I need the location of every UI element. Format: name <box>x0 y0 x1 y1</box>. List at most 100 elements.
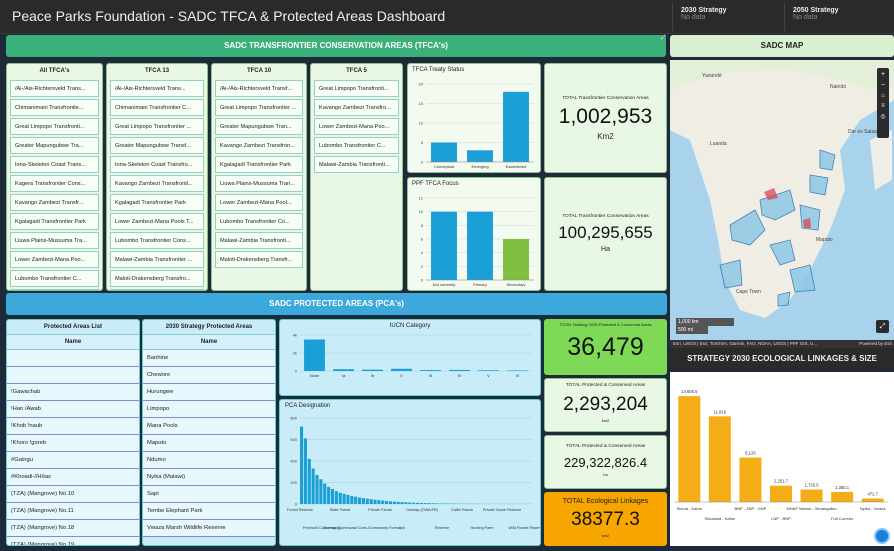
fullscreen-icon[interactable]: ⤢ <box>876 320 889 333</box>
stat-unit: km2 <box>545 418 666 423</box>
layers-icon[interactable]: ≡ <box>877 103 889 109</box>
tfca-list-item[interactable]: Greater Mapungubwe Tra... <box>10 137 99 154</box>
strategy-count-stat: TOTAL Strategy 2030 Protected & Conserve… <box>544 319 667 375</box>
tfca-list-item[interactable]: Great Limpopo Transfrontier ... <box>215 99 303 116</box>
tfca-list-item[interactable]: Great Limpopo Transfronti... <box>314 80 399 97</box>
map-canvas[interactable]: Yaoundé Luanda Nairobi Dar es Salaam Map… <box>670 60 894 344</box>
tfca-list-item[interactable]: Greater Mapungubwe Transf... <box>110 137 204 154</box>
pa-list-item[interactable] <box>7 350 139 367</box>
tfca-list-item[interactable]: Great Limpopo Transfronti... <box>10 118 99 135</box>
strategy-list-item[interactable]: Nyika (Malawi) <box>143 469 275 486</box>
strategy-list-item[interactable]: Vwaza Marsh Wildlife Reserve <box>143 520 275 537</box>
locate-icon[interactable]: ◎ <box>877 113 889 120</box>
tfca-list-item[interactable]: Iona-Skeleton Coast Trans... <box>10 156 99 173</box>
tfca-list-item[interactable]: /Ai-/Ais-Richtersveld Transf... <box>215 80 303 97</box>
stat-unit: Km2 <box>545 132 666 141</box>
strategy-2050-stat[interactable]: 2050 Strategy No data <box>784 3 894 31</box>
tfca-list-item[interactable]: Malawi-Zambia Transfrontier ... <box>110 251 204 268</box>
pa-list-item[interactable]: !Khoro !goreb <box>7 435 139 452</box>
y-tick-label: 0 <box>421 278 424 283</box>
pa-list-item[interactable]: #Gaingu <box>7 452 139 469</box>
bar <box>397 502 400 504</box>
column-header-name[interactable]: Name <box>7 334 139 350</box>
y-tick-label: 400 <box>290 459 297 464</box>
pa-list-item[interactable]: #Khoadi-//Hôas <box>7 469 139 486</box>
bar <box>389 501 392 504</box>
pa-list-item[interactable]: !Khob !naub <box>7 418 139 435</box>
tfca-km2-stat: TOTAL Transfrontier Conservation Areas 1… <box>544 63 667 173</box>
tfca-list-item[interactable]: Lower Zambezi-Mana Poo... <box>10 251 99 268</box>
sadc-map[interactable]: Yaoundé Luanda Nairobi Dar es Salaam Map… <box>670 60 894 344</box>
bar <box>408 502 411 504</box>
bar <box>331 489 334 504</box>
pa-list-item[interactable]: (TZA) (Mangrove) No.11 <box>7 503 139 520</box>
tfca-list-item[interactable]: Lubombo Transfrontier C... <box>314 137 399 154</box>
strategy-list-item[interactable]: Chewore <box>143 367 275 384</box>
pa-list-item[interactable] <box>7 367 139 384</box>
bar <box>373 500 376 504</box>
tfca-list-item[interactable]: /Ai-/Ais-Richtersveld Trans... <box>110 80 204 97</box>
tfca-list-item[interactable]: Lower Zambezi-Mana Pool... <box>215 194 303 211</box>
tfca-list-item[interactable]: Chimanimani Transfrontie... <box>10 99 99 116</box>
tfca-list-item[interactable]: Lubombo Transfrontier C... <box>10 270 99 287</box>
tfca-list-item[interactable]: Niassa-Selous Ecosystem <box>110 289 204 291</box>
pa-list-item[interactable]: (TZA) (Mangrove) No.10 <box>7 486 139 503</box>
tfca-list-item[interactable]: Greater Mapungubwe Tran... <box>215 118 303 135</box>
tfca-list-item[interactable]: Kagera Transfrontier Cons... <box>10 175 99 192</box>
strategy-list-item[interactable]: Tembe Elephant Park <box>143 503 275 520</box>
strategy-list-item[interactable]: Maputo <box>143 435 275 452</box>
x-tick-label: III <box>429 373 432 378</box>
strategy-list-item[interactable]: Hurungwe <box>143 384 275 401</box>
tfca-list-item[interactable]: Kavango Zambezi Transfronti... <box>110 175 204 192</box>
strategy-list-item[interactable]: Banhine <box>143 350 275 367</box>
strategy-list-item[interactable]: Mana Pools <box>143 418 275 435</box>
tfca-list-item[interactable]: Kavango Zambezi Transfro... <box>314 99 399 116</box>
pa-list-item[interactable]: !Han /Awab <box>7 401 139 418</box>
map-label: Luanda <box>710 141 727 147</box>
x-tick-label: Hunting Farm <box>470 526 493 530</box>
pa-list-item[interactable]: (TZA) (Mangrove) No.19 <box>7 537 139 546</box>
pa-list-item[interactable]: (TZA) (Mangrove) No.18 <box>7 520 139 537</box>
tfca-list-item[interactable]: Liuwa Plains-Mussuma Tra... <box>10 232 99 249</box>
tfca-list-item[interactable]: Malawi-Zambia Transfronti... <box>314 156 399 173</box>
zoom-in-icon[interactable]: + <box>877 71 889 78</box>
app-title: Peace Parks Foundation - SADC TFCA & Pro… <box>12 8 445 24</box>
bar <box>391 369 412 371</box>
tfca-list-item[interactable]: Great Limpopo Transfrontier ... <box>110 118 204 135</box>
tfca-list-item[interactable]: Malawi-Zambia Transfronti... <box>215 232 303 249</box>
y-tick-label: 2k <box>293 351 297 356</box>
powered-by-text: Powered by Esri <box>859 340 892 348</box>
pa-list-item[interactable]: !Gawachab <box>7 384 139 401</box>
strategy-list-item[interactable]: Sapi <box>143 486 275 503</box>
tfca-list-item[interactable]: Lubombo Transfrontier Co... <box>215 213 303 230</box>
tfca-list-item[interactable]: /Ai-/Ais-Richtersveld Trans... <box>10 80 99 97</box>
tfca-list-item[interactable]: Liuwa Plains-Mussuma Tran... <box>215 175 303 192</box>
y-tick-label: 800 <box>290 416 297 421</box>
strategy-list-item[interactable]: Limpopo <box>143 401 275 418</box>
x-tick-label: Conceptual <box>434 164 454 169</box>
tfca-list-item[interactable]: Lower Zambezi-Mana Pools T... <box>110 213 204 230</box>
expand-icon[interactable]: ⤢ <box>661 35 667 41</box>
column-header-name[interactable]: Name <box>143 334 275 350</box>
tfca-list-item[interactable]: Malawi-Zambia Transfronti... <box>10 289 99 291</box>
bar <box>346 495 349 504</box>
tfca-list-item[interactable]: Lubombo Transfrontier Cons... <box>110 232 204 249</box>
tfca-list-item[interactable]: Iona-Skeleton Coast Transfro... <box>110 156 204 173</box>
tfca-list-item[interactable]: Kgalagadi Transfrontier Park <box>110 194 204 211</box>
strategy-list-item[interactable]: Ndumo <box>143 452 275 469</box>
tfca-list-item[interactable]: Maloti-Drakensberg Transfr... <box>215 251 303 268</box>
y-tick-label: 0 <box>295 369 298 374</box>
tfca-list-item[interactable]: Kgalagadi Transfrontier Park <box>215 156 303 173</box>
zoom-out-icon[interactable]: − <box>877 82 889 89</box>
tfca-list-item[interactable]: Chimanimani Transfrontier C... <box>110 99 204 116</box>
tfca-list-item[interactable]: Kavango Zambezi Transfron... <box>215 137 303 154</box>
tfca-list-item[interactable]: Kgalagadi Transfrontier Park <box>10 213 99 230</box>
chat-icon[interactable] <box>874 528 890 544</box>
tfca-list-item[interactable]: Lower Zambezi-Mana Poo... <box>314 118 399 135</box>
tfca-list-item[interactable]: Kavango Zambezi Transfr... <box>10 194 99 211</box>
home-icon[interactable]: ⌂ <box>877 93 889 99</box>
data-label: 2,251.7 <box>774 479 789 484</box>
strategy-2030-stat[interactable]: 2030 Strategy No data <box>672 3 782 31</box>
tfca-list-item[interactable]: Maloti-Drakensberg Transfro... <box>110 270 204 287</box>
x-tick-label: II <box>400 373 402 378</box>
